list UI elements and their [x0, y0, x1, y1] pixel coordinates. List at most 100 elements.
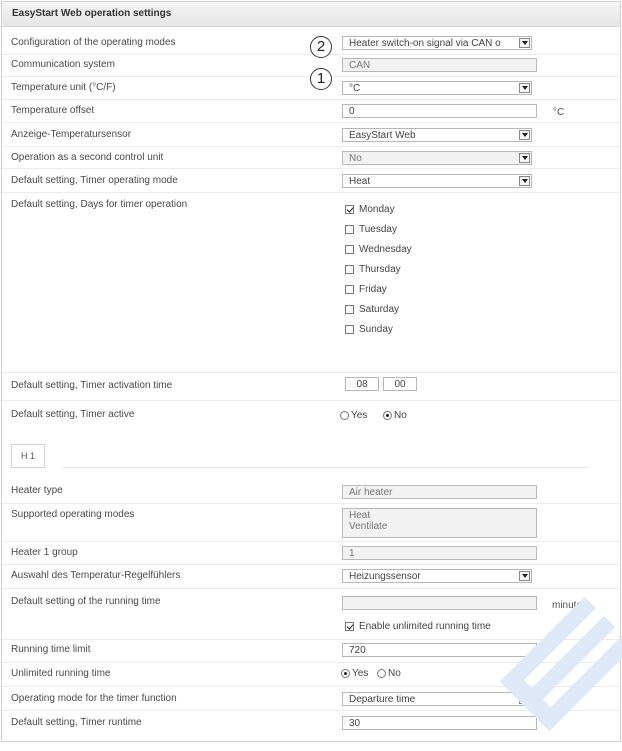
unlimited-running-label: Unlimited running time	[11, 668, 111, 679]
supported-mode-ventilate: Ventilate	[349, 521, 388, 532]
temperature-unit-value: °C	[349, 83, 361, 94]
row-heater-group: Heater 1 group 1	[2, 541, 620, 565]
chevron-down-icon[interactable]	[519, 38, 530, 48]
row-timer-function: Operating mode for the timer function De…	[2, 686, 620, 711]
operating-modes-label: Configuration of the operating modes	[11, 37, 176, 48]
anzeige-sensor-value: EasyStart Web	[349, 130, 416, 141]
chevron-down-icon[interactable]	[519, 176, 530, 186]
day-checkbox-saturday[interactable]	[345, 305, 354, 314]
operating-modes-select[interactable]: Heater switch-on signal via CAN o	[342, 36, 532, 50]
day-checkbox-thursday[interactable]	[345, 265, 354, 274]
row-unlimited-running: Unlimited running time Yes No	[2, 662, 620, 687]
day-label-sunday: Sunday	[359, 324, 393, 335]
supported-modes-label: Supported operating modes	[11, 509, 135, 520]
timer-runtime-input[interactable]: 30	[342, 716, 537, 730]
supported-mode-heat: Heat	[349, 510, 371, 521]
section-divider	[62, 467, 590, 468]
row-running-limit: Running time limit 720	[2, 639, 620, 663]
anzeige-sensor-label: Anzeige-Temperatursensor	[11, 129, 132, 140]
running-time-unit: minutes	[552, 600, 588, 611]
chevron-down-icon[interactable]	[519, 83, 530, 93]
communication-field: CAN	[342, 58, 537, 72]
timer-hours-input[interactable]: 08	[345, 377, 379, 391]
unlimited-yes-label: Yes	[352, 668, 369, 679]
panel-title: EasyStart Web operation settings	[12, 8, 172, 19]
running-limit-label: Running time limit	[11, 644, 91, 655]
timer-activation-time-label: Default setting, Timer activation time	[11, 380, 173, 391]
operating-modes-value: Heater switch-on signal via CAN o	[349, 38, 501, 49]
day-label-saturday: Saturday	[359, 304, 400, 315]
row-timer-activation-time: Default setting, Timer activation time 0…	[2, 372, 620, 401]
heater-group-label: Heater 1 group	[11, 547, 78, 558]
day-label-friday: Friday	[359, 284, 387, 295]
second-control-unit-label: Operation as a second control unit	[11, 152, 164, 163]
day-checkbox-wednesday[interactable]	[345, 245, 354, 254]
row-second-control-unit: Operation as a second control unit No	[2, 146, 620, 169]
timer-operating-mode-label: Default setting, Timer operating mode	[11, 175, 178, 186]
day-label-monday: Monday	[359, 204, 395, 215]
chevron-down-icon[interactable]	[519, 694, 530, 704]
day-checkbox-friday[interactable]	[345, 285, 354, 294]
unlimited-running-checkbox[interactable]	[345, 622, 354, 631]
unlimited-yes-radio[interactable]	[341, 669, 350, 678]
unlimited-no-label: No	[388, 668, 401, 679]
second-control-unit-value: No	[349, 153, 362, 164]
communication-label: Communication system	[11, 59, 115, 70]
row-running-time: Default setting of the running time minu…	[2, 588, 620, 640]
heater-tab-h1[interactable]: H 1	[11, 444, 45, 468]
running-time-input[interactable]	[342, 596, 537, 610]
timer-function-select[interactable]: Departure time	[342, 692, 532, 706]
anzeige-sensor-select[interactable]: EasyStart Web	[342, 128, 532, 142]
day-checkbox-sunday[interactable]	[345, 325, 354, 334]
row-timer-active: Default setting, Timer active Yes No	[2, 400, 620, 432]
day-checkbox-monday[interactable]	[345, 205, 354, 214]
regelfuehler-label: Auswahl des Temperatur-Regelfühlers	[11, 570, 181, 581]
temperature-unit-label: Temperature unit (°C/F)	[11, 82, 116, 93]
timer-active-label: Default setting, Timer active	[11, 409, 135, 420]
unlimited-running-checkbox-label: Enable unlimited running time	[359, 621, 491, 632]
settings-panel: EasyStart Web operation settings Configu…	[1, 1, 622, 742]
row-anzeige-sensor: Anzeige-Temperatursensor EasyStart Web	[2, 122, 620, 147]
row-timer-operating-mode: Default setting, Timer operating mode He…	[2, 168, 620, 193]
row-temperature-offset: Temperature offset 0 °C	[2, 99, 620, 123]
day-label-thursday: Thursday	[359, 264, 401, 275]
regelfuehler-select[interactable]: Heizungssensor	[342, 569, 532, 583]
panel-header: EasyStart Web operation settings	[2, 2, 620, 27]
timer-function-value: Departure time	[349, 694, 416, 705]
timer-operating-mode-select[interactable]: Heat	[342, 174, 532, 188]
unlimited-no-radio[interactable]	[377, 669, 386, 678]
temperature-offset-unit: °C	[553, 107, 565, 118]
timer-runtime-label: Default setting, Timer runtime	[11, 717, 142, 728]
row-heater-type: Heater type Air heater	[2, 481, 620, 504]
chevron-down-icon[interactable]	[519, 153, 530, 163]
timer-active-yes-label: Yes	[351, 410, 368, 421]
temperature-offset-label: Temperature offset	[11, 105, 95, 116]
chevron-down-icon[interactable]	[519, 571, 530, 581]
timer-active-yes-radio[interactable]	[340, 411, 349, 420]
row-regelfuehler: Auswahl des Temperatur-Regelfühlers Heiz…	[2, 564, 620, 589]
timer-active-no-radio[interactable]	[383, 411, 392, 420]
running-limit-input[interactable]: 720	[342, 643, 537, 657]
day-label-tuesday: Tuesday	[359, 224, 397, 235]
heater-group-field: 1	[342, 546, 537, 560]
temperature-offset-input[interactable]: 0	[342, 104, 537, 118]
temperature-unit-select[interactable]: °C	[342, 81, 532, 95]
second-control-unit-select[interactable]: No	[342, 151, 532, 165]
timer-function-label: Operating mode for the timer function	[11, 693, 177, 704]
row-supported-modes: Supported operating modes Heat Ventilate	[2, 503, 620, 542]
day-checkbox-tuesday[interactable]	[345, 225, 354, 234]
supported-modes-field: Heat Ventilate	[342, 508, 537, 538]
callout-2: 2	[310, 36, 332, 58]
timer-days-label: Default setting, Days for timer operatio…	[11, 199, 188, 210]
heater-type-label: Heater type	[11, 485, 63, 496]
running-time-label: Default setting of the running time	[11, 596, 161, 607]
timer-operating-mode-value: Heat	[349, 176, 371, 187]
timer-minutes-input[interactable]: 00	[383, 377, 417, 391]
day-label-wednesday: Wednesday	[359, 244, 412, 255]
timer-active-no-label: No	[394, 410, 407, 421]
chevron-down-icon[interactable]	[519, 130, 530, 140]
regelfuehler-value: Heizungssensor	[349, 571, 421, 582]
heater-type-field: Air heater	[342, 485, 537, 499]
row-timer-days: Default setting, Days for timer operatio…	[2, 192, 620, 373]
callout-1: 1	[310, 68, 332, 90]
